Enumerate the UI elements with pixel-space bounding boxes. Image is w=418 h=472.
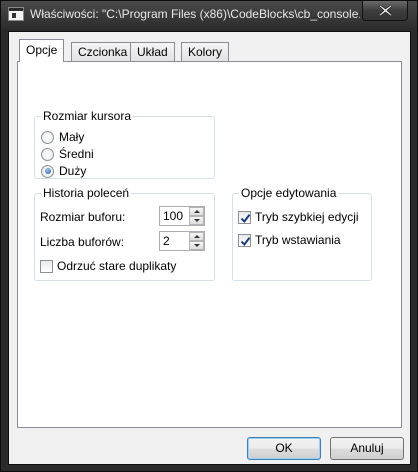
close-button[interactable]	[362, 1, 408, 21]
buffer-size-up-arrow-icon[interactable]	[189, 207, 204, 216]
buffer-size-spinner[interactable]: 100	[159, 206, 205, 226]
radio-maly[interactable]: Mały	[41, 129, 84, 145]
cursor-size-group-title: Rozmiar kursora	[41, 109, 134, 123]
discard-duplicates-checkbox[interactable]	[40, 259, 53, 273]
edit-options-group-title: Opcje edytowania	[239, 186, 339, 200]
radio-sredni[interactable]: Średni	[41, 146, 94, 162]
radio-label-sredni: Średni	[59, 147, 94, 161]
dialog-client-area: Opcje Czcionka Układ Kolory Rozmiar kurs…	[8, 31, 411, 465]
checkmark-icon	[240, 236, 251, 246]
edit-options-group: Opcje edytowania Tryb szybkiej edycji Tr…	[232, 186, 372, 281]
radio-label-maly: Mały	[59, 130, 85, 144]
window-title: Właściwości: "C:\Program Files (x86)\Cod…	[30, 7, 360, 21]
tab-opcje[interactable]: Opcje	[19, 39, 65, 62]
tab-uklad[interactable]: Układ	[130, 42, 175, 61]
discard-duplicates-option[interactable]: Odrzuć stare duplikaty	[40, 258, 176, 274]
insert-mode-option[interactable]: Tryb wstawiania	[238, 232, 341, 248]
ok-button[interactable]: OK	[247, 437, 321, 460]
radio-duzy[interactable]: Duży	[41, 163, 86, 179]
insert-mode-label: Tryb wstawiania	[255, 233, 341, 247]
quick-edit-checkbox[interactable]	[238, 210, 251, 224]
buffer-count-label: Liczba buforów:	[40, 235, 125, 249]
tab-czcionka[interactable]: Czcionka	[71, 42, 135, 61]
radio-button-maly[interactable]	[41, 130, 54, 144]
buffer-size-label: Rozmiar buforu:	[40, 210, 126, 224]
tab-kolory[interactable]: Kolory	[181, 42, 230, 61]
quick-edit-label: Tryb szybkiej edycji	[255, 210, 359, 224]
console-window-icon[interactable]	[8, 7, 24, 21]
title-bar[interactable]: Właściwości: "C:\Program Files (x86)\Cod…	[1, 1, 417, 31]
cursor-size-group: Rozmiar kursora Mały Średni Duży	[34, 109, 215, 179]
buffer-count-value[interactable]: 2	[163, 234, 170, 248]
radio-button-sredni[interactable]	[41, 147, 54, 161]
buffer-size-value[interactable]: 100	[163, 209, 183, 223]
radio-label-duzy: Duży	[59, 164, 87, 178]
quick-edit-option[interactable]: Tryb szybkiej edycji	[238, 209, 359, 225]
tab-panel-opcje: Rozmiar kursora Mały Średni Duży Histori…	[17, 61, 402, 428]
close-x-icon	[379, 5, 392, 16]
command-history-group: Historia poleceń Rozmiar buforu: 100 Lic…	[34, 186, 215, 281]
command-history-group-title: Historia poleceń	[41, 186, 132, 200]
discard-duplicates-label: Odrzuć stare duplikaty	[57, 259, 177, 273]
buffer-size-down-arrow-icon[interactable]	[189, 216, 204, 225]
checkmark-icon	[240, 213, 251, 223]
cancel-button[interactable]: Anuluj	[330, 437, 404, 460]
buffer-count-spinner[interactable]: 2	[159, 231, 205, 251]
properties-window: Właściwości: "C:\Program Files (x86)\Cod…	[0, 0, 418, 472]
buffer-count-down-arrow-icon[interactable]	[189, 241, 204, 250]
insert-mode-checkbox[interactable]	[238, 233, 251, 247]
radio-button-duzy[interactable]	[41, 164, 54, 178]
buffer-count-up-arrow-icon[interactable]	[189, 232, 204, 241]
